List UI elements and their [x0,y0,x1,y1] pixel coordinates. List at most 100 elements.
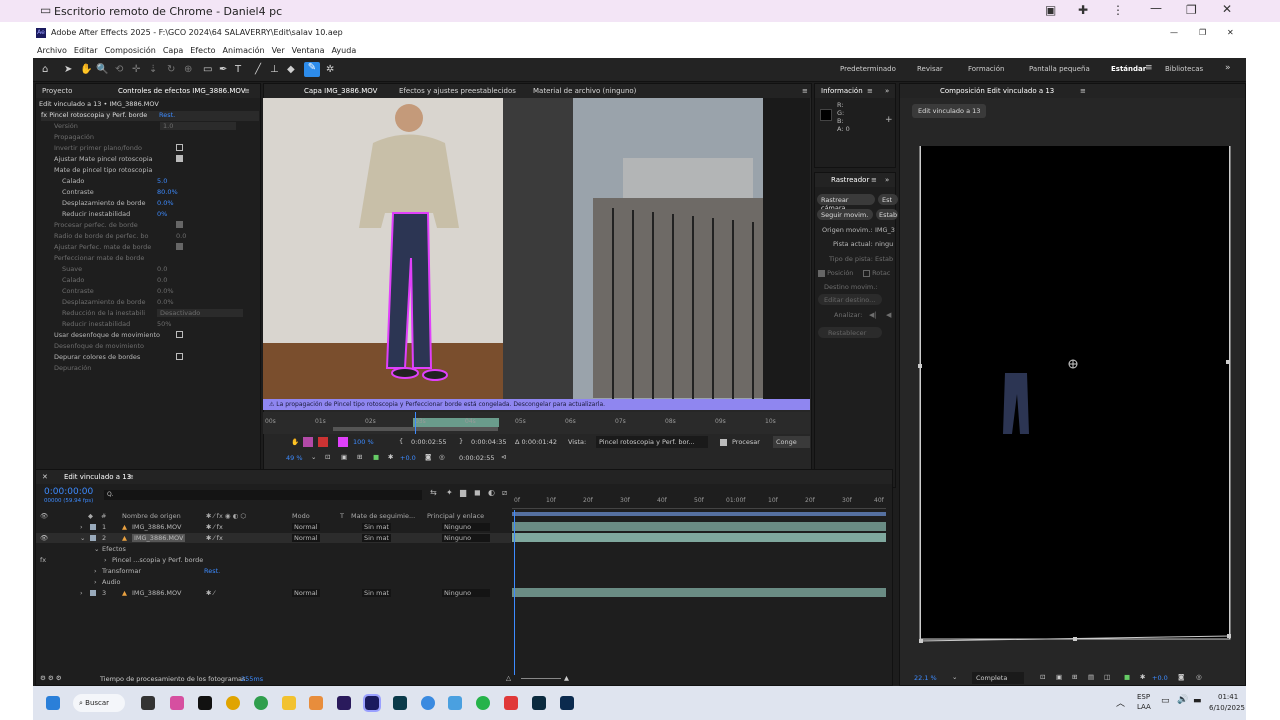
frame-blending-icon[interactable]: ◼ [474,488,481,497]
prop-perfeccionar[interactable]: Perfeccionar mate de borde [54,254,144,264]
analyze-back-icon[interactable]: ◀| [869,311,877,319]
prop-desenfoque[interactable]: Desenfoque de movimiento [54,342,144,352]
effect-expand-icon[interactable]: › [104,556,107,564]
premiere-icon[interactable] [337,696,351,710]
layer-3-name[interactable]: IMG_3886.MOV [132,589,181,597]
timeline-jump-icon[interactable]: ⊲ [501,453,506,461]
add-stroke-icon[interactable] [303,437,313,447]
timeline-tab[interactable]: Edit vinculado a 13 [64,473,131,481]
tab-effects-controls[interactable]: Controles de efectos IMG_3886.MOV [118,87,246,95]
prop-version-value[interactable]: 1.0 [160,122,236,130]
overlay-opacity[interactable]: 100 % [353,438,374,446]
composition-channels-icon[interactable]: ◫ [1104,673,1110,681]
layer-1-bar[interactable] [512,522,886,531]
transform-row[interactable]: › Transformar Rest. [36,566,511,576]
overlay-color-icon[interactable] [338,437,348,447]
windows-start-icon[interactable] [46,696,60,710]
layer-1-parent[interactable]: Ninguno [442,523,490,531]
chrome-alt-icon[interactable] [254,696,268,710]
home-icon[interactable]: ⌂ [42,64,48,75]
layer-2-name[interactable]: IMG_3886.MOV [132,534,186,542]
tracker-title[interactable]: Rastreador [831,176,869,184]
prop-calado-2-value[interactable]: 0.0 [157,276,167,284]
composition-safe-icon[interactable]: ▣ [1056,673,1062,681]
layer-2-parent[interactable]: Ninguno [442,534,490,542]
channels-icon[interactable]: ■ [373,453,379,461]
menu-editar[interactable]: Editar [74,46,98,55]
brush-tool-icon[interactable]: ╱ [255,64,261,75]
pan-tool-icon[interactable]: ✛ [132,64,140,75]
extension-icon[interactable]: ✚ [1078,3,1088,17]
ws-more-icon[interactable]: » [1225,63,1231,73]
info-more-icon[interactable]: » [885,87,889,95]
comp-mini-flowchart-icon[interactable]: ⇆ [430,488,437,497]
ajustar-perfec-checkbox[interactable] [176,243,183,250]
type-tool-icon[interactable]: T [235,64,241,75]
col-name[interactable]: Nombre de origen [122,512,181,520]
prop-propagacion[interactable]: Propagación [54,133,94,143]
exposure-value[interactable]: +0.0 [400,454,416,462]
stabilize-button[interactable]: Estab [876,209,898,220]
composition-exposure-icon[interactable]: ✱ [1140,673,1145,681]
layer-2-mode[interactable]: Normal [292,534,320,542]
tray-lang[interactable]: ESP [1137,693,1150,701]
resolution-select[interactable]: Completa [972,672,1024,684]
puppet-tool-icon[interactable]: ✲ [326,64,334,75]
anchor-tool-icon[interactable]: ⊕ [184,64,192,75]
composition-zoom-dropdown-icon[interactable]: ⌄ [952,673,957,681]
tray-time[interactable]: 01:41 [1218,693,1238,701]
effects-group-expand-icon[interactable]: ⌄ [94,545,99,553]
ajustar-mate-checkbox[interactable] [176,155,183,162]
audio-row[interactable]: › Audio [36,577,511,587]
layer-1-name[interactable]: IMG_3886.MOV [132,523,181,531]
position-checkbox[interactable] [818,269,825,277]
work-area-bar[interactable] [512,512,886,516]
in-point-icon[interactable]: { [399,437,403,445]
taskbar-search[interactable]: ⌕ Buscar [73,694,125,712]
out-point-time[interactable]: 0:00:04:35 [471,438,507,446]
tray-chevron-icon[interactable]: ︿ [1116,696,1125,709]
orbit-tool-icon[interactable]: ⟲ [115,64,123,75]
timeline-menu-icon[interactable]: ≡ [128,473,134,481]
timeline-ruler[interactable]: 0f 10f 20f 30f 40f 50f 01:00f 10f 20f 30… [512,493,886,509]
exposure-icon[interactable]: ✱ [388,453,393,461]
tracker-menu-icon[interactable]: ≡ [871,176,877,184]
zoom-in-icon[interactable]: ▲ [564,674,569,682]
prop-reduccion-inest-select[interactable]: Desactivado [157,309,243,317]
battery-icon[interactable]: ▬ [1193,696,1202,706]
audio-expand-icon[interactable]: › [94,578,97,586]
photos-icon[interactable] [170,696,184,710]
composition-fit-icon[interactable]: ⊡ [1040,673,1045,681]
composition-exposure[interactable]: +0.0 [1152,674,1168,682]
photos-app-icon[interactable] [448,696,462,710]
prop-reducir-2-value[interactable]: 50% [157,320,171,328]
audition-icon[interactable] [393,696,407,710]
pen-tool-icon[interactable]: ✒ [219,64,227,75]
prop-depuracion[interactable]: Depuración [54,364,91,374]
dolly-tool-icon[interactable]: ⇣ [149,64,157,75]
composition-grid-icon[interactable]: ⊞ [1072,673,1077,681]
layer-2-visibility-icon[interactable]: 👁 [40,534,48,542]
layer-1-label-color[interactable] [90,524,96,530]
effects-group-row[interactable]: ⌄ Efectos [36,544,511,554]
lightroom-icon[interactable] [532,696,546,710]
process-checkbox[interactable] [720,439,727,446]
menu-archivo[interactable]: Archivo [37,46,67,55]
freeze-button[interactable]: Conge [773,436,810,448]
layer-time-ruler[interactable]: 00s 01s 02s 03s 04s 05s 06s 07s 08s 09s … [263,412,810,434]
layer-3-matte[interactable]: Sin mat [362,589,391,597]
composition-snapshot-icon[interactable]: ◙ [1178,673,1184,681]
composition-zoom[interactable]: 22.1 % [914,674,937,682]
panel-menu-icon[interactable]: ≡ [244,87,250,95]
in-point-time[interactable]: 0:00:02:55 [411,438,447,446]
layer-1-matte[interactable]: Sin mat [362,523,391,531]
close-icon[interactable]: ✕ [1222,2,1232,16]
zoom-dropdown-icon[interactable]: ⌄ [311,453,316,461]
tab-layer[interactable]: Capa IMG_3886.MOV [304,87,377,95]
tiktok-icon[interactable] [198,696,212,710]
effect-roto-brush[interactable]: fx Pincel rotoscopia y Perf. borde Rest. [41,111,259,121]
tab-effects-presets[interactable]: Efectos y ajustes preestablecidos [399,87,516,95]
layer-1-switches-icon[interactable]: ✱ ⁄ fx [206,523,223,531]
ws-estandar[interactable]: Estándar [1111,65,1146,73]
eraser-tool-icon[interactable]: ◆ [287,64,295,75]
